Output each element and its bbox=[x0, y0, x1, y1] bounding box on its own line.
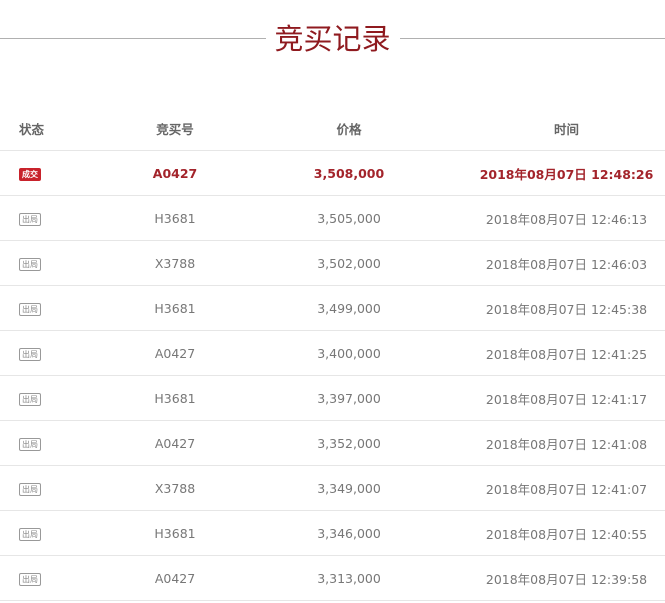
bid-no-cell: H3681 bbox=[154, 300, 196, 316]
time-cell: 2018年08月07日 12:41:08 bbox=[485, 436, 648, 452]
time-cell: 2018年08月07日 12:46:13 bbox=[485, 211, 648, 227]
bid-no-cell: H3681 bbox=[154, 390, 196, 406]
bid-no-cell: H3681 bbox=[154, 525, 196, 541]
bid-no-cell: X3788 bbox=[154, 255, 196, 271]
status-badge: 出局 bbox=[19, 258, 41, 271]
bid-no-cell: A0427 bbox=[154, 435, 196, 451]
price-cell: 3,502,000 bbox=[317, 255, 381, 271]
status-cell: 出局 bbox=[0, 480, 60, 496]
status-cell: 出局 bbox=[0, 390, 60, 406]
status-badge: 出局 bbox=[19, 393, 41, 406]
price-cell: 3,397,000 bbox=[317, 390, 381, 406]
time-cell: 2018年08月07日 12:39:58 bbox=[485, 571, 648, 587]
price-cell: 3,505,000 bbox=[317, 210, 381, 226]
table-row: 出局 X3788 3,502,000 2018年08月07日 12:46:03 bbox=[0, 241, 665, 286]
status-cell: 出局 bbox=[0, 345, 60, 361]
bid-no-cell: A0427 bbox=[154, 345, 196, 361]
status-cell: 出局 bbox=[0, 525, 60, 541]
time-cell: 2018年08月07日 12:41:07 bbox=[485, 481, 648, 497]
price-cell: 3,499,000 bbox=[317, 300, 381, 316]
price-cell: 3,346,000 bbox=[317, 525, 381, 541]
table-row: 出局 H3681 3,397,000 2018年08月07日 12:41:17 bbox=[0, 376, 665, 421]
status-cell: 出局 bbox=[0, 300, 60, 316]
bid-record-table: 状态 竞买号 价格 时间 成交 A0427 3,508,000 2018年08月… bbox=[0, 107, 665, 601]
status-badge: 出局 bbox=[19, 348, 41, 361]
time-cell: 2018年08月07日 12:41:17 bbox=[485, 391, 648, 407]
price-cell: 3,349,000 bbox=[317, 480, 381, 496]
header-time: 时间 bbox=[553, 122, 579, 137]
header-price: 价格 bbox=[336, 122, 362, 137]
status-cell: 出局 bbox=[0, 570, 60, 586]
status-badge: 出局 bbox=[19, 573, 41, 586]
table-header: 状态 竞买号 价格 时间 bbox=[0, 107, 665, 151]
time-cell: 2018年08月07日 12:46:03 bbox=[485, 256, 648, 272]
bid-no-cell: H3681 bbox=[154, 210, 196, 226]
price-cell: 3,352,000 bbox=[317, 435, 381, 451]
table-row: 出局 H3681 3,346,000 2018年08月07日 12:40:55 bbox=[0, 511, 665, 556]
bid-no-cell: A0427 bbox=[152, 165, 198, 181]
header-bid-no: 竞买号 bbox=[156, 122, 194, 137]
bid-no-cell: X3788 bbox=[154, 480, 196, 496]
table-row: 出局 A0427 3,352,000 2018年08月07日 12:41:08 bbox=[0, 421, 665, 466]
time-cell: 2018年08月07日 12:48:26 bbox=[479, 166, 654, 182]
header-status: 状态 bbox=[19, 122, 45, 137]
status-cell: 出局 bbox=[0, 255, 60, 271]
time-cell: 2018年08月07日 12:40:55 bbox=[485, 526, 648, 542]
price-cell: 3,400,000 bbox=[317, 345, 381, 361]
table-row: 出局 X3788 3,349,000 2018年08月07日 12:41:07 bbox=[0, 466, 665, 511]
bid-no-cell: A0427 bbox=[154, 570, 196, 586]
status-badge: 出局 bbox=[19, 303, 41, 316]
table-row: 成交 A0427 3,508,000 2018年08月07日 12:48:26 bbox=[0, 151, 665, 196]
table-row: 出局 A0427 3,400,000 2018年08月07日 12:41:25 bbox=[0, 331, 665, 376]
table-row: 出局 H3681 3,505,000 2018年08月07日 12:46:13 bbox=[0, 196, 665, 241]
table-row: 出局 A0427 3,313,000 2018年08月07日 12:39:58 bbox=[0, 556, 665, 601]
status-badge: 出局 bbox=[19, 528, 41, 541]
price-cell: 3,313,000 bbox=[317, 570, 381, 586]
status-badge: 成交 bbox=[19, 168, 41, 181]
status-cell: 出局 bbox=[0, 435, 60, 451]
table-row: 出局 H3681 3,499,000 2018年08月07日 12:45:38 bbox=[0, 286, 665, 331]
status-badge: 出局 bbox=[19, 213, 41, 226]
status-cell: 出局 bbox=[0, 210, 60, 226]
time-cell: 2018年08月07日 12:41:25 bbox=[485, 346, 648, 362]
price-cell: 3,508,000 bbox=[313, 165, 385, 181]
status-cell: 成交 bbox=[0, 165, 60, 181]
status-badge: 出局 bbox=[19, 483, 41, 496]
page-title: 竞买记录 bbox=[0, 18, 665, 60]
status-badge: 出局 bbox=[19, 438, 41, 451]
time-cell: 2018年08月07日 12:45:38 bbox=[485, 301, 648, 317]
page-title-text: 竞买记录 bbox=[266, 22, 399, 56]
